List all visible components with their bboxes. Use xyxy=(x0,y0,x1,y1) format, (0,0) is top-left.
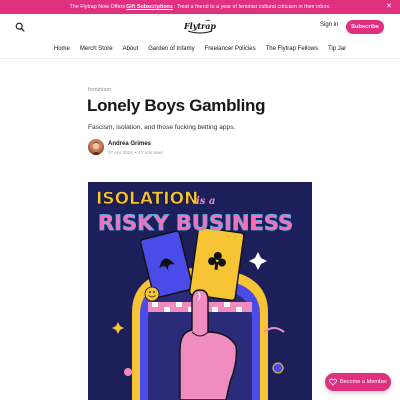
article-meta: 27 Apr 2026 • 17 min read xyxy=(108,150,163,155)
hero-line1b: is a xyxy=(196,196,215,207)
article-tag[interactable]: feminism xyxy=(88,87,111,93)
site-header: Flytrap Sign in Subscribe xyxy=(0,14,400,40)
become-member-button[interactable]: Become a Member xyxy=(325,373,391,391)
nav-item-tip-jar[interactable]: Tip Jar xyxy=(323,42,351,56)
flytrap-logo: Flytrap xyxy=(184,19,216,34)
main-nav: Home Merch Store About Garden of Infamy … xyxy=(0,42,400,56)
publish-date: 27 Apr 2026 xyxy=(108,150,133,155)
nav-item-garden-of-infamy[interactable]: Garden of Infamy xyxy=(143,42,199,56)
article-subtitle: Fascism, isolation, and those fucking be… xyxy=(88,124,236,131)
announcement-banner: The Flytrap Now Offers Gift Subscription… xyxy=(0,0,400,14)
svg-text:Flytrap: Flytrap xyxy=(184,21,216,31)
subscribe-button[interactable]: Subscribe xyxy=(346,20,384,34)
nav-item-flytrap-fellows[interactable]: The Flytrap Fellows xyxy=(261,42,323,56)
gift-subscriptions-link[interactable]: Gift Subscriptions xyxy=(126,4,173,10)
search-icon[interactable] xyxy=(15,22,25,32)
nav-item-merch-store[interactable]: Merch Store xyxy=(75,42,118,56)
hero-line2: RISKY BUSINESS xyxy=(98,211,293,235)
hero-illustration: ISOLATION is a RISKY BUSINESS xyxy=(88,182,312,400)
article-title: Lonely Boys Gambling xyxy=(87,96,266,115)
meta-separator: • xyxy=(134,150,137,155)
close-icon[interactable]: ✕ xyxy=(385,3,393,11)
become-member-label: Become a Member xyxy=(339,379,388,385)
hero-line1a: ISOLATION xyxy=(96,189,198,209)
banner-text-before: The Flytrap Now Offers xyxy=(69,4,126,10)
banner-text-after: : Treat a friend to a year of feminist c… xyxy=(173,4,331,10)
nav-item-home[interactable]: Home xyxy=(49,42,75,56)
nav-item-about[interactable]: About xyxy=(118,42,144,56)
header-divider xyxy=(0,58,400,59)
author-name[interactable]: Andrea Grimes xyxy=(108,141,151,147)
read-time: 17 min read xyxy=(138,150,163,155)
heart-icon xyxy=(329,378,337,386)
hero-image: ISOLATION is a RISKY BUSINESS xyxy=(88,182,312,400)
nav-item-freelancer-policies[interactable]: Freelancer Policies xyxy=(200,42,261,56)
site-logo[interactable]: Flytrap xyxy=(184,18,216,36)
avatar-image xyxy=(91,141,101,155)
author-avatar[interactable] xyxy=(88,139,104,155)
sign-in-link[interactable]: Sign in xyxy=(320,22,338,28)
